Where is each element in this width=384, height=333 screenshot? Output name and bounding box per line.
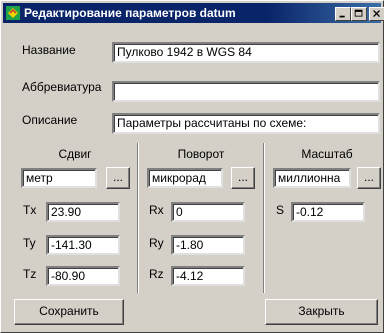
tx-label: Tx <box>23 203 37 217</box>
group-separator <box>137 143 139 293</box>
ry-label: Ry <box>149 236 164 250</box>
group-separator <box>263 143 265 293</box>
tz-input[interactable]: -80.90 <box>46 266 120 286</box>
scale-unit-field[interactable]: миллионна <box>273 168 351 188</box>
close-dialog-button[interactable]: Закрыть <box>265 299 378 325</box>
minimize-button[interactable] <box>335 7 351 21</box>
rotation-unit-browse-button[interactable]: ... <box>231 167 255 189</box>
save-button[interactable]: Сохранить <box>14 299 124 325</box>
name-label: Название <box>22 43 76 57</box>
close-icon <box>373 10 381 18</box>
rz-input[interactable]: -4.12 <box>171 266 245 286</box>
tx-input[interactable]: 23.90 <box>46 202 120 222</box>
datum-dialog: Редактирование параметров datum Название… <box>0 0 384 333</box>
rx-input[interactable]: 0 <box>171 202 245 222</box>
rotation-group-title: Поворот <box>177 147 225 161</box>
abbreviation-label: Аббревиатура <box>22 80 102 94</box>
rotation-unit-field[interactable]: микрорад <box>147 168 223 188</box>
app-icon <box>6 6 20 20</box>
name-input[interactable]: Пулково 1942 в WGS 84 <box>112 42 380 63</box>
close-button[interactable] <box>369 7 384 21</box>
minimize-icon <box>339 15 345 18</box>
rx-label: Rx <box>149 203 164 217</box>
s-label: S <box>276 203 285 217</box>
shift-unit-browse-button[interactable]: ... <box>106 167 130 189</box>
window-title: Редактирование параметров datum <box>24 6 236 20</box>
maximize-button[interactable] <box>351 7 367 21</box>
ry-input[interactable]: -1.80 <box>171 235 245 255</box>
scale-unit-browse-button[interactable]: ... <box>357 167 381 189</box>
maximize-icon <box>354 9 363 17</box>
shift-unit-field[interactable]: метр <box>21 168 97 188</box>
abbreviation-input[interactable] <box>112 81 380 102</box>
ty-label: Ty <box>23 236 36 250</box>
scale-group-title: Масштаб <box>301 147 353 161</box>
rz-label: Rz <box>149 267 164 281</box>
description-input[interactable]: Параметры рассчитаны по схеме: <box>112 113 380 134</box>
shift-group-title: Сдвиг <box>58 147 92 161</box>
title-bar[interactable]: Редактирование параметров datum <box>3 3 384 23</box>
tz-label: Tz <box>23 267 37 281</box>
ty-input[interactable]: -141.30 <box>46 235 120 255</box>
description-label: Описание <box>22 113 78 127</box>
s-input[interactable]: -0.12 <box>291 202 365 222</box>
